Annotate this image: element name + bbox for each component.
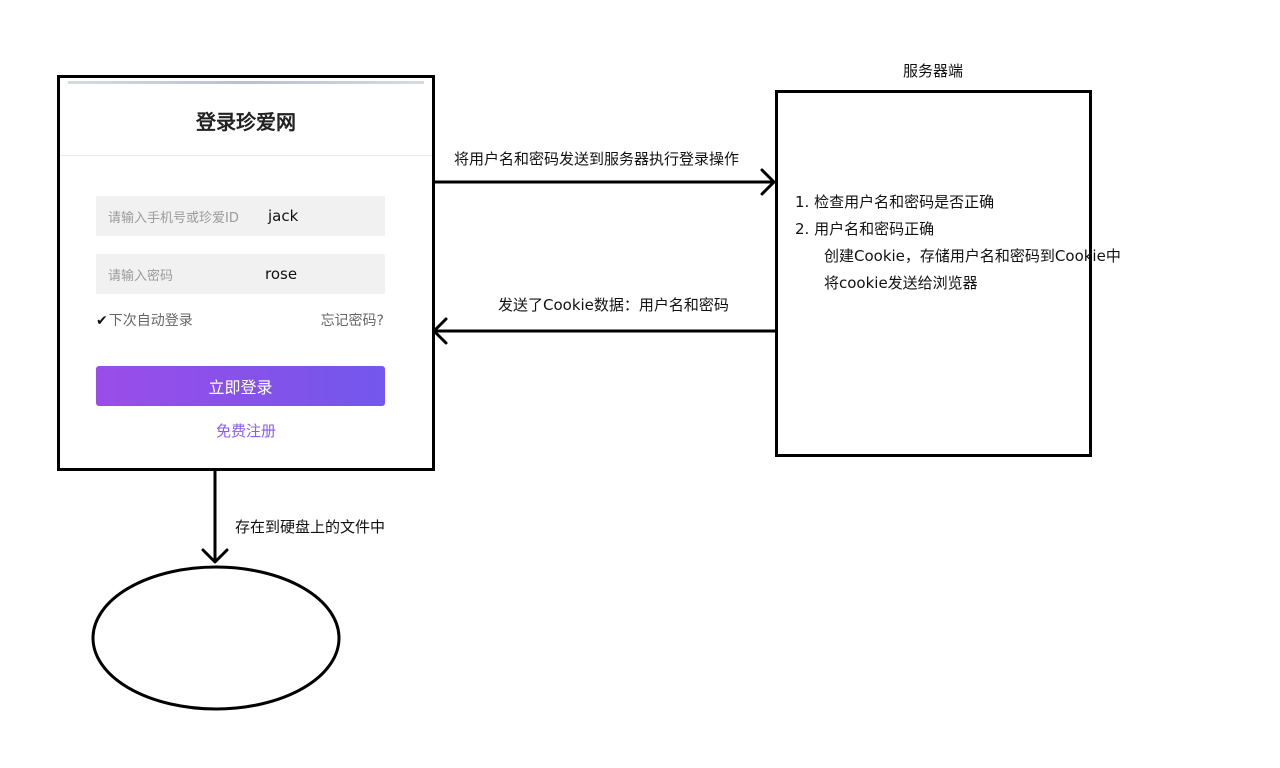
arrow-to-server-label: 将用户名和密码发送到服务器执行登录操作 xyxy=(454,150,740,168)
server-title: 服务器端 xyxy=(903,62,964,80)
arrow-to-browser-label: 发送了Cookie数据：用户名和密码 xyxy=(498,296,729,314)
remember-me-label: 下次自动登录 xyxy=(108,313,193,329)
username-input[interactable]: 请输入手机号或珍爱ID jack xyxy=(96,196,385,236)
password-placeholder: 请输入密码 xyxy=(108,269,174,284)
checkmark-icon: ✔ xyxy=(96,313,108,329)
login-button[interactable]: 立即登录 xyxy=(96,366,385,406)
forgot-password-link[interactable]: 忘记密码? xyxy=(321,310,384,330)
username-placeholder: 请输入手机号或珍爱ID xyxy=(108,211,239,226)
password-input[interactable]: 请输入密码 rose xyxy=(96,254,385,294)
login-panel: 登录珍爱网 请输入手机号或珍爱ID jack 请输入密码 rose ✔下次自动登… xyxy=(57,75,435,471)
disk-ellipse xyxy=(91,565,341,711)
remember-me-checkbox[interactable]: ✔下次自动登录 xyxy=(96,310,193,330)
panel-top-line xyxy=(68,81,424,84)
server-line-4: 将cookie发送给浏览器 xyxy=(824,274,978,292)
register-link[interactable]: 免费注册 xyxy=(60,420,432,441)
server-line-2: 2. 用户名和密码正确 xyxy=(795,220,935,238)
arrow-to-disk-label: 存在到硬盘上的文件中 xyxy=(235,518,386,536)
username-value: jack xyxy=(268,207,299,225)
login-divider xyxy=(60,155,432,156)
server-box: 1. 检查用户名和密码是否正确 2. 用户名和密码正确 创建Cookie，存储用… xyxy=(775,90,1121,457)
login-title: 登录珍爱网 xyxy=(196,110,296,134)
server-line-3: 创建Cookie，存储用户名和密码到Cookie中 xyxy=(824,247,1121,265)
server-line-1: 1. 检查用户名和密码是否正确 xyxy=(795,193,995,211)
password-value: rose xyxy=(265,265,298,283)
